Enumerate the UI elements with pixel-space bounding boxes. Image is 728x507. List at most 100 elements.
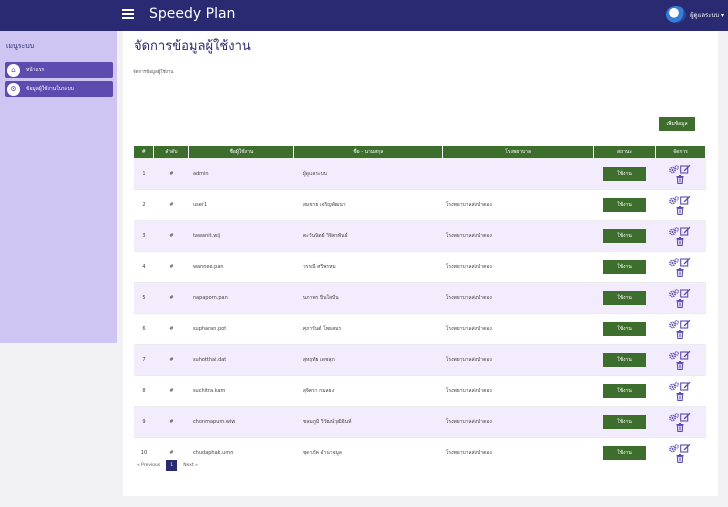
row-fullname: ชลมภูมิ วิวัฒน์วุฒิอินท์ [293, 405, 443, 437]
row-status-cell: ใช้งาน [593, 436, 656, 468]
row-order: # [153, 157, 189, 189]
row-actions [655, 188, 706, 220]
delete-trash-icon[interactable] [676, 329, 684, 339]
table-row: 3 # tawanit.wij ตะวันนิตย์ วิจิตรพันธ์ โ… [134, 219, 706, 251]
col-header-status[interactable]: สถานะ [593, 146, 656, 158]
edit-icon[interactable] [679, 288, 691, 298]
delete-trash-icon[interactable] [676, 453, 684, 463]
settings-gears-icon[interactable] [668, 350, 679, 360]
next-page-link[interactable]: Next » [180, 460, 201, 471]
status-button[interactable]: ใช้งาน [603, 414, 647, 429]
status-button[interactable]: ใช้งาน [603, 197, 647, 212]
status-button[interactable]: ใช้งาน [603, 352, 647, 367]
pagination: « Previous 1 Next » [134, 460, 201, 471]
row-actions [655, 250, 706, 282]
delete-trash-icon[interactable] [676, 174, 684, 184]
main-content: จัดการข้อมูลผู้ใช้งาน จัดการข้อมูลผู้ใช้… [123, 31, 718, 496]
row-hospital: โรงพยาบาลส่งป่าตอง [442, 281, 594, 313]
row-order: # [153, 219, 189, 251]
row-status-cell: ใช้งาน [593, 374, 656, 406]
row-status-cell: ใช้งาน [593, 188, 656, 220]
current-page[interactable]: 1 [166, 460, 178, 471]
status-button[interactable]: ใช้งาน [603, 445, 647, 460]
row-fullname: วรรณี ศรีพรหม [293, 250, 443, 282]
col-header-username[interactable]: ชื่อผู้ใช้งาน [188, 146, 295, 158]
add-user-button[interactable]: เพิ่มข้อมูล [659, 117, 695, 131]
previous-page-link[interactable]: « Previous [134, 460, 163, 471]
delete-trash-icon[interactable] [676, 422, 684, 432]
delete-trash-icon[interactable] [676, 205, 684, 215]
row-fullname: ชุดาภัค อำนาจมูล [293, 436, 443, 468]
edit-icon[interactable] [679, 412, 691, 422]
table-row: 1 # admin ผู้ดูแลระบบ ใช้งาน [134, 157, 706, 189]
status-button[interactable]: ใช้งาน [603, 383, 647, 398]
edit-icon[interactable] [679, 319, 691, 329]
row-status-cell: ใช้งาน [593, 250, 656, 282]
table-row: 5 # napaporn.pan นภาพร ปิ่นใสปั่น โรงพยา… [134, 281, 706, 313]
settings-gears-icon[interactable] [668, 443, 679, 453]
table-row: 6 # supharan.pot ศุภารันต์ โพธสมร โรงพยา… [134, 312, 706, 344]
settings-gears-icon[interactable] [668, 288, 679, 298]
breadcrumb[interactable]: จัดการข้อมูลผู้ใช้งาน [133, 68, 173, 75]
settings-gears-icon[interactable] [668, 164, 679, 174]
settings-gears-icon[interactable] [668, 319, 679, 329]
settings-gears-icon[interactable] [668, 195, 679, 205]
edit-icon[interactable] [679, 164, 691, 174]
row-status-cell: ใช้งาน [593, 312, 656, 344]
row-actions [655, 157, 706, 189]
sidebar-item-home[interactable]: ⌂ หน้าแรก [5, 62, 113, 78]
row-number: 5 [134, 281, 154, 313]
edit-icon[interactable] [679, 350, 691, 360]
user-menu[interactable]: ผู้ดูแลระบบ ▾ [666, 6, 724, 23]
row-status-cell: ใช้งาน [593, 343, 656, 375]
settings-gears-icon[interactable] [668, 381, 679, 391]
row-order: # [153, 374, 189, 406]
edit-icon[interactable] [679, 443, 691, 453]
delete-trash-icon[interactable] [676, 360, 684, 370]
row-number: 9 [134, 405, 154, 437]
status-button[interactable]: ใช้งาน [603, 290, 647, 305]
col-header-order[interactable]: ลำดับ [153, 146, 190, 158]
col-header-number: # [134, 146, 155, 158]
row-fullname: ผู้ดูแลระบบ [293, 157, 443, 189]
row-username: admin [188, 157, 294, 189]
sidebar-heading: เมนูระบบ [6, 42, 35, 50]
row-actions [655, 405, 706, 437]
delete-trash-icon[interactable] [676, 391, 684, 401]
hamburger-menu-icon[interactable] [122, 8, 135, 21]
row-number: 8 [134, 374, 154, 406]
status-button[interactable]: ใช้งาน [603, 166, 647, 181]
delete-trash-icon[interactable] [676, 236, 684, 246]
app-title: Speedy Plan [149, 6, 236, 22]
settings-gears-icon[interactable] [668, 226, 679, 236]
sidebar-item-label: ข้อมูลผู้ใช้งานในระบบ [26, 86, 74, 92]
page-title: จัดการข้อมูลผู้ใช้งาน [134, 39, 251, 54]
row-order: # [153, 281, 189, 313]
users-table: # ลำดับ ชื่อผู้ใช้งาน ชื่อ - นามสกุล โรง… [134, 146, 706, 468]
edit-icon[interactable] [679, 257, 691, 267]
delete-trash-icon[interactable] [676, 267, 684, 277]
row-username: user1 [188, 188, 294, 220]
settings-gears-icon[interactable] [668, 257, 679, 267]
edit-icon[interactable] [679, 381, 691, 391]
col-header-fullname[interactable]: ชื่อ - นามสกุล [293, 146, 444, 158]
row-actions [655, 312, 706, 344]
row-order: # [153, 250, 189, 282]
top-navbar: Speedy Plan ผู้ดูแลระบบ ▾ [0, 0, 728, 31]
row-username: suchitra.kam [188, 374, 294, 406]
row-order: # [153, 405, 189, 437]
row-fullname: ตะวันนิตย์ วิจิตรพันธ์ [293, 219, 443, 251]
settings-gears-icon[interactable] [668, 412, 679, 422]
status-button[interactable]: ใช้งาน [603, 321, 647, 336]
row-fullname: สุจิตรา กมลธง [293, 374, 443, 406]
status-button[interactable]: ใช้งาน [603, 259, 647, 274]
edit-icon[interactable] [679, 195, 691, 205]
col-header-hospital[interactable]: โรงพยาบาล [442, 146, 595, 158]
row-username: chudaphak.umn [188, 436, 294, 468]
delete-trash-icon[interactable] [676, 298, 684, 308]
row-fullname: สมชาย เจริญพัฒนา [293, 188, 443, 220]
status-button[interactable]: ใช้งาน [603, 228, 647, 243]
sidebar-item-users[interactable]: ⚙ ข้อมูลผู้ใช้งานในระบบ [5, 81, 113, 97]
user-name: ผู้ดูแลระบบ ▾ [690, 11, 724, 19]
edit-icon[interactable] [679, 226, 691, 236]
